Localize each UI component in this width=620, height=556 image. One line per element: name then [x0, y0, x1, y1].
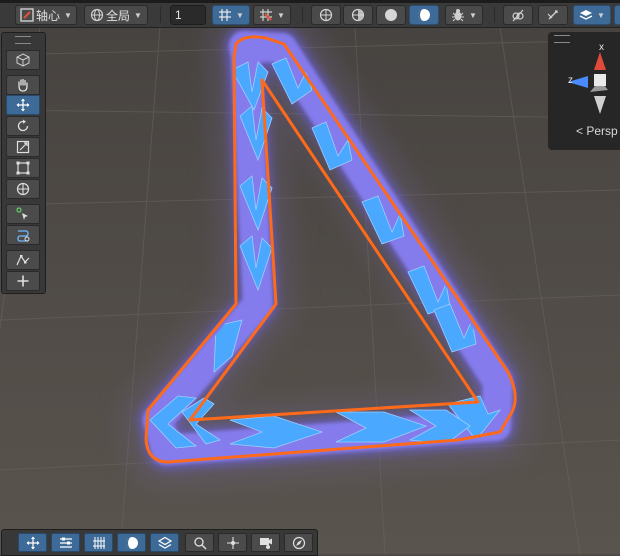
- edit-vertices-button[interactable]: [6, 204, 40, 224]
- axis-gizmo-graphic: [568, 52, 608, 114]
- scene-visibility-dropdown[interactable]: ▼: [573, 5, 611, 25]
- crosshair-move-icon: [226, 536, 239, 549]
- settings-sliders-button[interactable]: [51, 533, 80, 552]
- debug-draw-button[interactable]: ▼: [445, 5, 483, 25]
- move-tool-button[interactable]: [6, 95, 40, 115]
- sliders-icon: [59, 537, 72, 548]
- move-view-button[interactable]: [18, 533, 47, 552]
- camera-preview-button[interactable]: [251, 533, 280, 552]
- scale-tool-button[interactable]: [6, 137, 40, 157]
- visibility-off-icon: [512, 9, 524, 22]
- chevron-down-icon: ▼: [597, 10, 605, 20]
- chevron-down-icon: ▼: [277, 10, 285, 20]
- center-cube: [594, 74, 606, 86]
- grid-lines-icon: [92, 536, 105, 549]
- rotate-icon: [17, 119, 29, 132]
- grid-snap-icon: [219, 9, 232, 21]
- overlay-drag-handle[interactable]: [15, 36, 31, 44]
- plus-icon: [17, 275, 29, 287]
- camera-icon: [259, 537, 272, 549]
- search-button[interactable]: [185, 533, 214, 552]
- path-edit-icon: [17, 230, 30, 242]
- toggle-lighting-button[interactable]: [503, 5, 533, 25]
- chevron-down-icon: ▼: [469, 10, 477, 20]
- chevron-left-icon: <: [576, 124, 587, 138]
- view-cube-button[interactable]: [6, 50, 40, 70]
- move-arrows-icon: [26, 536, 39, 549]
- add-tool-button[interactable]: [6, 271, 40, 291]
- window-edge: [0, 0, 620, 3]
- globe-icon: [90, 8, 104, 22]
- toolbar-divider: [494, 7, 495, 23]
- scene-viewport[interactable]: [0, 0, 620, 554]
- navigation-compass-button[interactable]: [284, 533, 313, 552]
- axis-x-label: x: [599, 42, 604, 53]
- vertex-edit-icon: [16, 207, 28, 220]
- shaded-wireframe-icon: [351, 8, 365, 22]
- edit-path-button[interactable]: [6, 225, 40, 245]
- draw-mode-wireframe-button[interactable]: [311, 5, 341, 25]
- bug-icon: [452, 9, 465, 22]
- overflow-button[interactable]: [614, 5, 620, 25]
- scene-toolbar: 轴心 ▼ 全局 ▼ 1 ▼ ▼ ▼ ▼: [0, 0, 620, 28]
- pivot-mode-dropdown[interactable]: 轴心 ▼: [15, 5, 77, 25]
- tools-overlay: [1, 32, 46, 294]
- axis-y-cone: [594, 52, 606, 70]
- effects-off-icon: [547, 10, 558, 20]
- toolbar-divider: [160, 7, 161, 23]
- stacked-layers-icon: [157, 536, 172, 549]
- axis-y-neg-cone: [594, 96, 606, 114]
- lighting-preview-button[interactable]: [117, 533, 146, 552]
- layers-view-button[interactable]: [150, 533, 179, 552]
- pivot-move-button[interactable]: [218, 533, 247, 552]
- shaded-sphere-icon: [385, 9, 397, 21]
- lit-sphere-icon: [418, 9, 430, 21]
- chevron-down-icon: ▼: [64, 10, 72, 20]
- handle-space-label: 全局: [106, 8, 131, 23]
- cube-icon: [16, 53, 30, 67]
- wireframe-sphere-icon: [319, 8, 333, 22]
- grid-lines-button[interactable]: [84, 533, 113, 552]
- handle-space-dropdown[interactable]: 全局 ▼: [84, 5, 148, 25]
- lit-sphere-icon: [125, 536, 138, 549]
- pivot-mode-label: 轴心: [36, 8, 61, 23]
- transform-tool-button[interactable]: [6, 179, 40, 199]
- increment-snap-button[interactable]: ▼: [253, 5, 291, 25]
- component-tools-overlay: [1, 529, 318, 556]
- axis-z-label: z: [568, 75, 573, 86]
- layers-icon: [579, 10, 593, 20]
- move-arrows-icon: [16, 98, 30, 112]
- pivot-icon: [20, 8, 34, 22]
- rect-transform-icon: [16, 161, 30, 175]
- rect-tool-button[interactable]: [6, 158, 40, 178]
- hand-tool-button[interactable]: [6, 75, 40, 95]
- transform-icon: [16, 182, 30, 196]
- scale-icon: [16, 140, 30, 154]
- snap-increment-field[interactable]: 1: [170, 5, 206, 25]
- sculpt-tool-button[interactable]: [6, 250, 40, 270]
- toggle-fx-button[interactable]: [538, 5, 568, 25]
- increment-snap-icon: [260, 9, 273, 21]
- grid-snap-button[interactable]: ▼: [212, 5, 250, 25]
- projection-label: Persp: [586, 124, 618, 138]
- chevron-down-icon: ▼: [134, 10, 142, 20]
- compass-icon: [292, 536, 305, 549]
- search-icon: [193, 536, 207, 550]
- rotate-tool-button[interactable]: [6, 116, 40, 136]
- projection-toggle[interactable]: < Persp: [576, 124, 618, 138]
- draw-mode-lit-button[interactable]: [409, 5, 439, 25]
- chevron-down-icon: ▼: [236, 10, 244, 20]
- shape-edit-icon: [16, 254, 30, 266]
- hand-icon: [18, 78, 28, 92]
- toolbar-divider: [302, 7, 303, 23]
- draw-mode-shaded-button[interactable]: [376, 5, 406, 25]
- draw-mode-shaded-wireframe-button[interactable]: [343, 5, 373, 25]
